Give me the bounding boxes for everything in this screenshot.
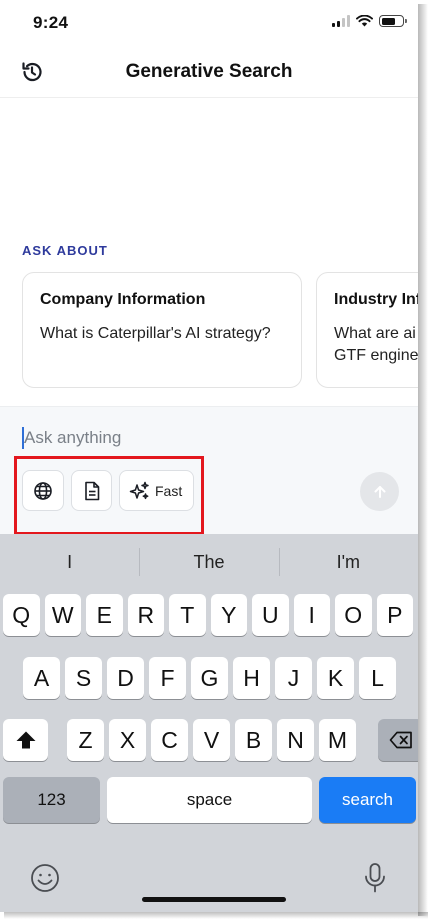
arrow-up-icon xyxy=(374,485,385,498)
suggestion-card[interactable]: Industry Inf What are ai GTF engine xyxy=(316,272,418,388)
key-b[interactable]: B xyxy=(235,719,272,761)
numbers-key[interactable]: 123 xyxy=(3,777,100,823)
key-row-3: Z X C V B N M xyxy=(3,719,418,761)
key-row-1: Q W E R T Y U I O P xyxy=(3,594,413,636)
search-input[interactable] xyxy=(22,425,342,451)
status-bar: 9:24 xyxy=(0,0,418,46)
card-title: Company Information xyxy=(40,291,206,308)
dictation-button[interactable] xyxy=(358,860,392,896)
home-indicator xyxy=(142,897,286,902)
key-p[interactable]: P xyxy=(376,594,413,636)
text-caret xyxy=(22,427,24,449)
keyboard-bottom-bar xyxy=(0,846,418,912)
key-c[interactable]: C xyxy=(151,719,188,761)
prediction-bar: I The I'm xyxy=(0,534,418,590)
card-text: What are ai GTF engine xyxy=(334,325,418,364)
suggestion-card[interactable]: Company Information What is Caterpillar'… xyxy=(22,272,302,388)
key-z[interactable]: Z xyxy=(67,719,104,761)
highlight-box xyxy=(14,456,204,535)
backspace-icon xyxy=(389,731,412,749)
key-o[interactable]: O xyxy=(335,594,372,636)
shift-icon xyxy=(16,731,35,749)
key-j[interactable]: J xyxy=(275,657,312,699)
backspace-key[interactable] xyxy=(378,719,418,761)
key-m[interactable]: M xyxy=(319,719,356,761)
key-k[interactable]: K xyxy=(317,657,354,699)
key-v[interactable]: V xyxy=(193,719,230,761)
status-time: 9:24 xyxy=(33,13,69,32)
battery-icon xyxy=(379,15,407,27)
ask-about-label: ASK ABOUT xyxy=(22,243,108,258)
key-a[interactable]: A xyxy=(23,657,60,699)
space-key[interactable]: space xyxy=(107,777,312,823)
page-title: Generative Search xyxy=(125,61,293,82)
key-r[interactable]: R xyxy=(127,594,164,636)
prediction-item[interactable]: I'm xyxy=(278,534,418,590)
key-f[interactable]: F xyxy=(149,657,186,699)
key-y[interactable]: Y xyxy=(210,594,247,636)
key-i[interactable]: I xyxy=(293,594,330,636)
key-e[interactable]: E xyxy=(86,594,123,636)
key-s[interactable]: S xyxy=(65,657,102,699)
microphone-icon xyxy=(365,863,385,893)
key-w[interactable]: W xyxy=(44,594,81,636)
key-u[interactable]: U xyxy=(252,594,289,636)
key-l[interactable]: L xyxy=(359,657,396,699)
header: Generative Search xyxy=(0,46,418,98)
status-icons xyxy=(332,15,407,27)
key-row-2: A S D F G H J K L xyxy=(23,657,396,699)
screenshot-shadow xyxy=(418,4,428,916)
card-text: What is Caterpillar's AI strategy? xyxy=(40,325,271,342)
screenshot-shadow xyxy=(4,912,428,919)
keyboard: I The I'm Q W E R T Y U I O P A S D F G … xyxy=(0,534,418,912)
emoji-button[interactable] xyxy=(28,861,62,895)
card-title: Industry Inf xyxy=(334,291,418,308)
app-screen: 9:24 Generative Search ASK ABOUT Company… xyxy=(0,0,418,912)
emoji-icon xyxy=(31,864,59,892)
key-d[interactable]: D xyxy=(107,657,144,699)
suggestion-cards: Company Information What is Caterpillar'… xyxy=(22,272,418,388)
shift-key[interactable] xyxy=(3,719,48,761)
key-q[interactable]: Q xyxy=(3,594,40,636)
key-t[interactable]: T xyxy=(169,594,206,636)
send-button[interactable] xyxy=(360,472,399,511)
key-row-4: 123 space search xyxy=(3,777,416,823)
signal-icon xyxy=(332,15,350,27)
prediction-item[interactable]: I xyxy=(0,534,139,590)
key-n[interactable]: N xyxy=(277,719,314,761)
prediction-item[interactable]: The xyxy=(139,534,278,590)
key-x[interactable]: X xyxy=(109,719,146,761)
key-h[interactable]: H xyxy=(233,657,270,699)
wifi-icon xyxy=(356,15,373,27)
key-g[interactable]: G xyxy=(191,657,228,699)
search-key[interactable]: search xyxy=(319,777,416,823)
